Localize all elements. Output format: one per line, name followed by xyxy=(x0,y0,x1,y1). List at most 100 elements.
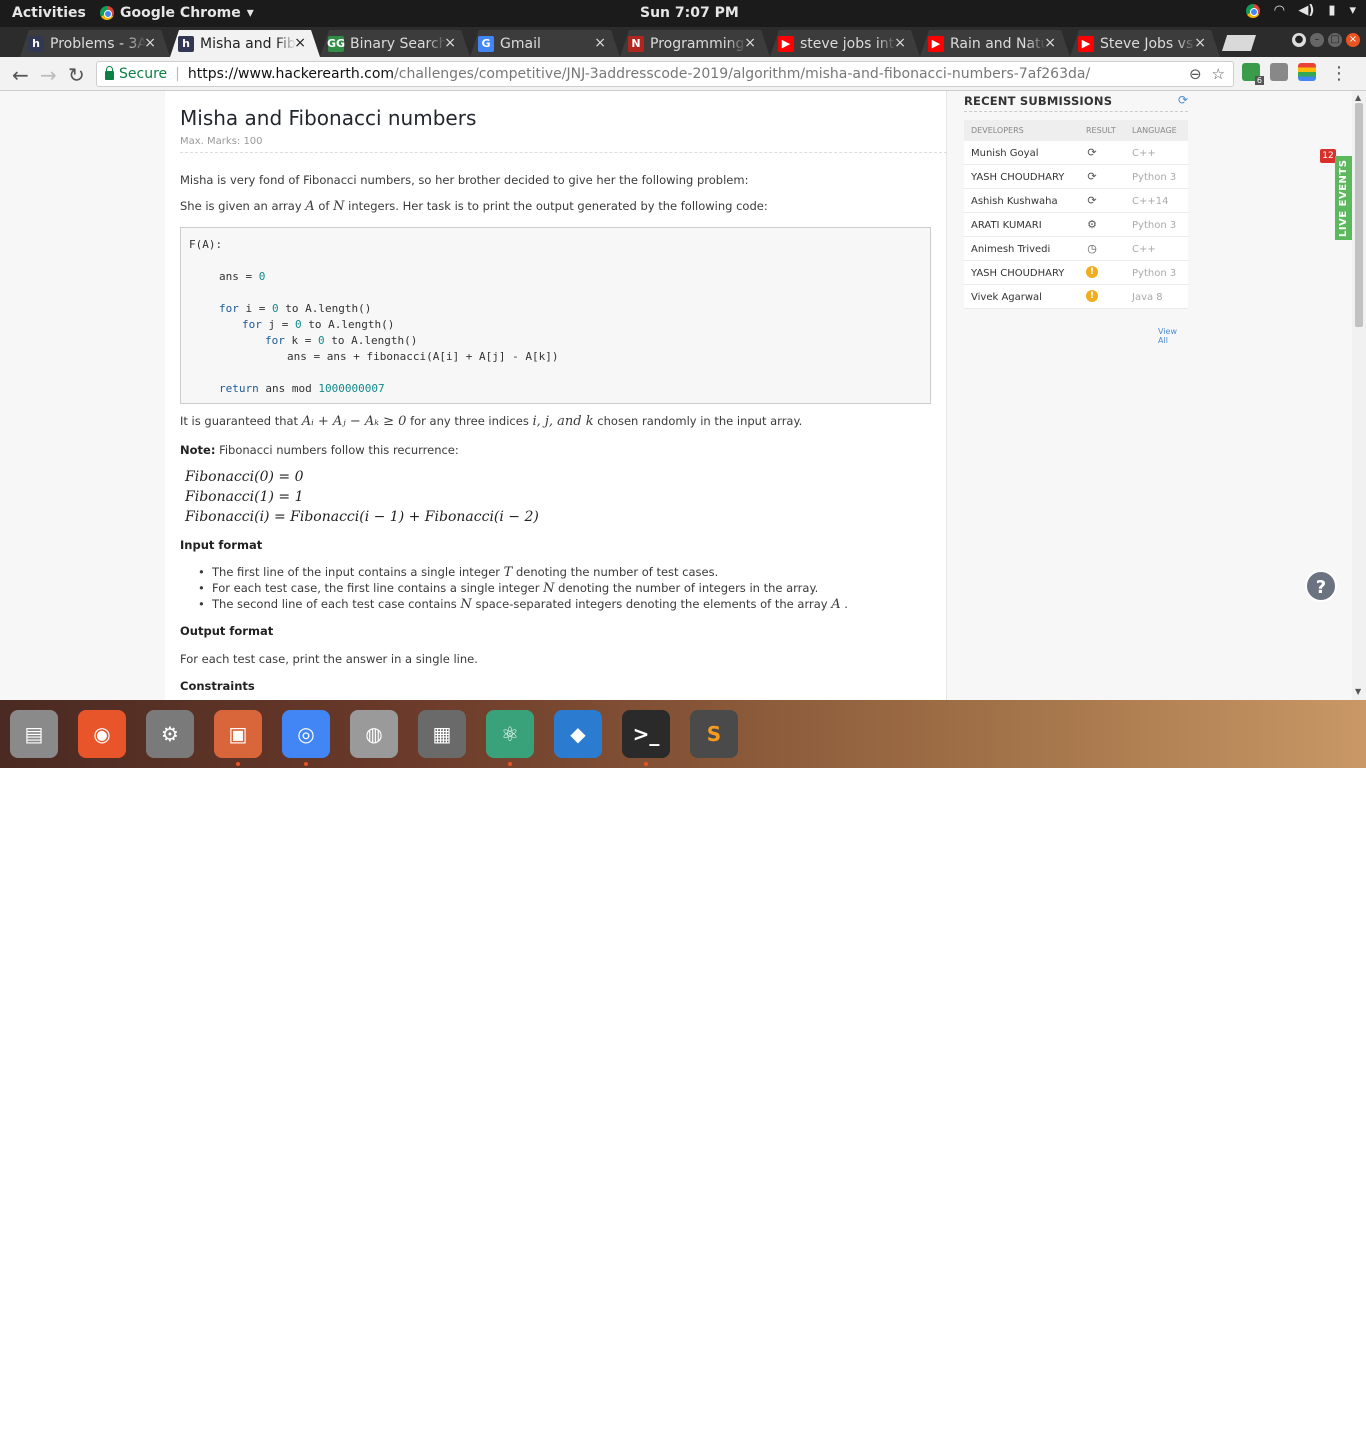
developer-name[interactable]: Vivek Agarwal xyxy=(971,292,1042,303)
extension-colors-icon[interactable] xyxy=(1298,63,1316,81)
battery-icon: ▮ xyxy=(1328,3,1336,18)
code-line: for k = 0 to A.length() xyxy=(265,334,418,347)
view-all-link[interactable]: View All xyxy=(1158,327,1188,345)
activities-button[interactable]: Activities xyxy=(12,5,86,21)
submissions-table: DEVELOPERS RESULT LANGUAGE Munish Goyal ⟳… xyxy=(964,120,1188,309)
extension-shield-icon[interactable]: 6 xyxy=(1242,63,1264,85)
time-limit-icon: ◷ xyxy=(1087,241,1097,255)
close-window-button[interactable]: × xyxy=(1346,33,1360,47)
scroll-down-icon[interactable]: ▼ xyxy=(1355,687,1361,696)
language-label: Java 8 xyxy=(1132,292,1163,303)
zoom-icon[interactable]: ⊖ xyxy=(1189,65,1202,83)
tab-title: Misha and Fibonacci xyxy=(200,35,296,52)
camera-icon[interactable]: ◍ xyxy=(350,710,398,758)
submission-row[interactable]: Vivek Agarwal! Java 8 xyxy=(964,285,1188,309)
extensions: 6 xyxy=(1242,63,1316,85)
submission-row[interactable]: Animesh Trivedi ◷ C++ xyxy=(964,237,1188,261)
developer-name[interactable]: YASH CHOUDHARY xyxy=(971,172,1064,183)
tab-title: Binary Search xyxy=(350,35,446,52)
page-scrollbar[interactable]: ▲ ▼ xyxy=(1352,91,1366,700)
tab-title: Problems - 3A xyxy=(50,35,146,52)
close-tab-icon[interactable]: × xyxy=(444,35,456,51)
browser-tab[interactable]: h Problems - 3A × xyxy=(20,30,170,57)
close-tab-icon[interactable]: × xyxy=(744,35,756,51)
new-tab-button[interactable] xyxy=(1222,35,1256,51)
browser-tab[interactable]: GG Binary Search × xyxy=(320,30,470,57)
profile-icon[interactable]: ● xyxy=(1292,33,1306,47)
firefox-icon[interactable]: ◉ xyxy=(78,710,126,758)
reload-icon[interactable]: ↻ xyxy=(68,63,85,87)
app-menu[interactable]: Google Chrome ▾ xyxy=(100,5,254,21)
system-tray[interactable]: ◠ ◀) ▮ ▾ xyxy=(1246,3,1356,18)
files-icon[interactable]: ▤ xyxy=(10,710,58,758)
browser-menu-icon[interactable]: ⋮ xyxy=(1330,63,1348,84)
browser-tab[interactable]: h Misha and Fibonacci× xyxy=(170,30,320,57)
ubuntu-dock: ▤ ◉ ⚙ ▣ ◎ ◍ ▦ ⚛ ◆ >_ S xyxy=(0,700,1366,1446)
input-format-heading: Input format xyxy=(180,538,263,552)
calculator-icon[interactable]: ▦ xyxy=(418,710,466,758)
live-events-count: 12 xyxy=(1320,149,1336,163)
close-tab-icon[interactable]: × xyxy=(894,35,906,51)
settings-icon[interactable]: ⚙ xyxy=(146,710,194,758)
output-format-text: For each test case, print the answer in … xyxy=(180,652,478,666)
submission-row[interactable]: Munish Goyal ⟳ C++ xyxy=(964,141,1188,165)
chrome-tray-icon[interactable] xyxy=(1246,3,1261,18)
note-text: Note: Fibonacci numbers follow this recu… xyxy=(180,443,459,457)
tab-title: Programming xyxy=(650,35,745,52)
terminal-icon[interactable]: >_ xyxy=(622,710,670,758)
guarantee-text: It is guaranteed that Aᵢ + Aⱼ − Aₖ ≥ 0 f… xyxy=(180,414,803,429)
language-label: Python 3 xyxy=(1132,268,1177,279)
running-indicator xyxy=(236,762,240,766)
accepted-icon: ⟳ xyxy=(1087,169,1097,183)
close-tab-icon[interactable]: × xyxy=(294,35,306,51)
help-button[interactable]: ? xyxy=(1305,570,1337,602)
live-events-tab[interactable]: LIVE EVENTS xyxy=(1335,156,1352,240)
developer-name[interactable]: YASH CHOUDHARY xyxy=(971,268,1064,279)
page-viewport: Misha and Fibonacci numbers Max. Marks: … xyxy=(0,91,1352,700)
google-icon: G xyxy=(478,35,494,52)
refresh-icon[interactable]: ⟳ xyxy=(1178,93,1188,107)
window-controls: ● – □ × xyxy=(1292,33,1360,47)
developer-name[interactable]: Animesh Trivedi xyxy=(971,244,1050,255)
developers-column-header: DEVELOPERS xyxy=(971,126,1024,135)
scroll-up-icon[interactable]: ▲ xyxy=(1355,93,1361,102)
browser-tab[interactable]: ▶ Steve Jobs vs × xyxy=(1070,30,1220,57)
clock[interactable]: Sun 7:07 PM xyxy=(640,5,739,21)
developer-name[interactable]: Ashish Kushwaha xyxy=(971,196,1058,207)
browser-tab[interactable]: ▶ Rain and Nature× xyxy=(920,30,1070,57)
secure-indicator[interactable]: Secure xyxy=(105,66,167,82)
submission-row[interactable]: Ashish Kushwaha ⟳ C++14 xyxy=(964,189,1188,213)
submission-row[interactable]: YASH CHOUDHARY ⟳ Python 3 xyxy=(964,165,1188,189)
browser-tab[interactable]: ▶ steve jobs interview× xyxy=(770,30,920,57)
back-icon[interactable]: ← xyxy=(12,63,29,87)
close-tab-icon[interactable]: × xyxy=(1194,35,1206,51)
close-tab-icon[interactable]: × xyxy=(1044,35,1056,51)
browser-tab[interactable]: G Gmail × xyxy=(470,30,620,57)
submission-row[interactable]: YASH CHOUDHARY! Python 3 xyxy=(964,261,1188,285)
atom-icon[interactable]: ⚛ xyxy=(486,710,534,758)
developer-name[interactable]: ARATI KUMARI xyxy=(971,220,1042,231)
developer-name[interactable]: Munish Goyal xyxy=(971,148,1039,159)
code-line: F(A): xyxy=(189,238,223,251)
chrome-icon[interactable]: ◎ xyxy=(282,710,330,758)
vscode-icon[interactable]: ◆ xyxy=(554,710,602,758)
maximize-button[interactable]: □ xyxy=(1328,33,1342,47)
close-tab-icon[interactable]: × xyxy=(144,35,156,51)
bookmark-star-icon[interactable]: ☆ xyxy=(1212,65,1225,83)
close-tab-icon[interactable]: × xyxy=(594,35,606,51)
tab-title: Gmail xyxy=(500,35,541,52)
sublime-text-icon[interactable]: S xyxy=(690,710,738,758)
tab-title: steve jobs interview xyxy=(800,35,896,52)
submission-row[interactable]: ARATI KUMARI ⚙ Python 3 xyxy=(964,213,1188,237)
result-column-header: RESULT xyxy=(1086,126,1116,135)
browser-tab[interactable]: N Programming × xyxy=(620,30,770,57)
address-bar[interactable]: Secure | https://www.hackerearth.com/cha… xyxy=(96,61,1234,87)
minimize-button[interactable]: – xyxy=(1310,33,1324,47)
submissions-divider xyxy=(964,111,1188,112)
scrollbar-thumb[interactable] xyxy=(1355,103,1363,327)
extension-gray-icon[interactable] xyxy=(1270,63,1288,81)
power-menu-icon: ▾ xyxy=(1349,3,1356,18)
show-applications-icon[interactable] xyxy=(1316,1418,1344,1446)
forward-icon[interactable]: → xyxy=(40,63,57,87)
file-manager-icon[interactable]: ▣ xyxy=(214,710,262,758)
